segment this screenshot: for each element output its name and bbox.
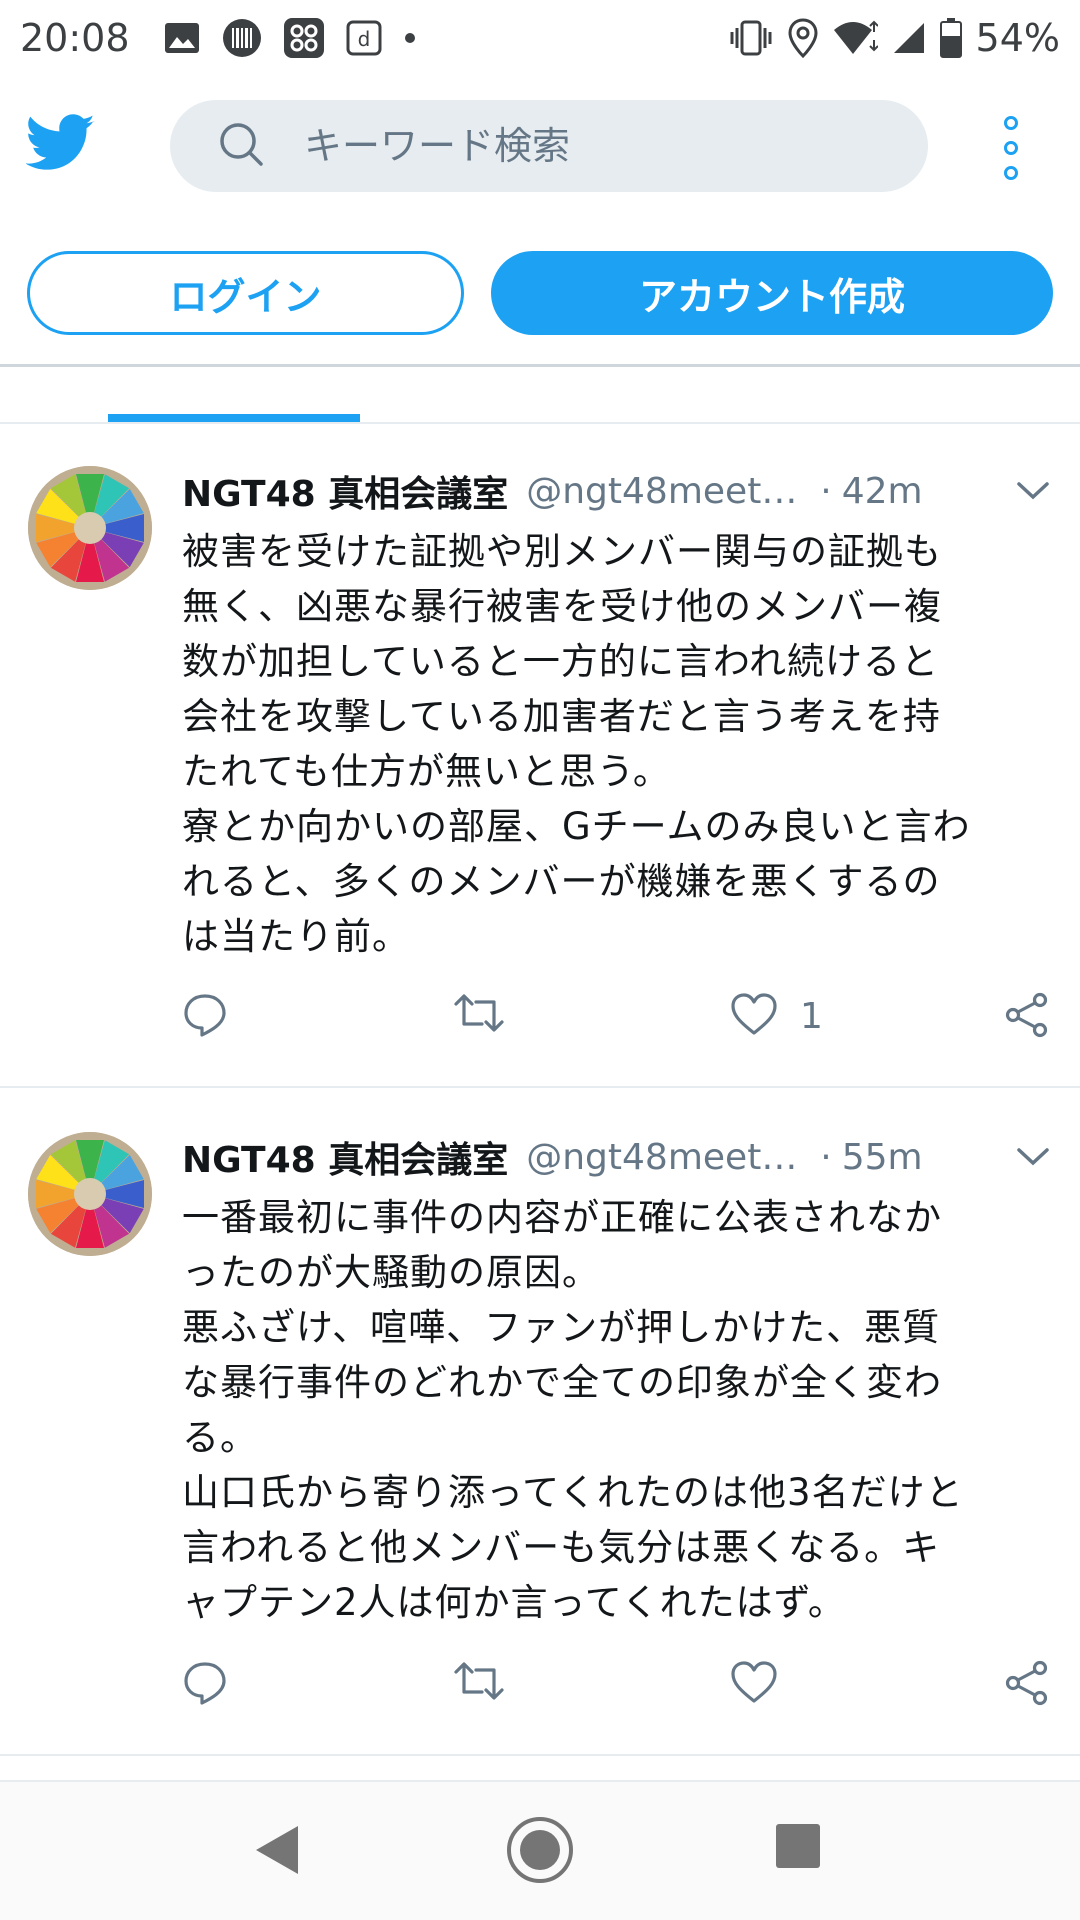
retweet-icon[interactable] [452,992,506,1034]
wifi-icon [832,20,878,56]
heart-icon [730,992,778,1040]
retweet-icon[interactable] [452,1660,506,1702]
recents-icon[interactable] [774,1822,822,1870]
share-icon[interactable] [1004,992,1050,1038]
divider [0,364,1080,367]
app-grid-icon [283,18,324,58]
like-button[interactable]: 1 [730,992,823,1040]
reply-icon[interactable] [182,992,228,1038]
battery-icon [939,18,962,58]
author-name[interactable]: NGT48 真相会議室 [182,1131,508,1183]
dot-icon [404,32,416,44]
battery-percentage: 54% [975,16,1060,60]
chevron-down-icon[interactable] [1016,480,1050,506]
author-name[interactable]: NGT48 真相会議室 [182,465,508,517]
back-icon[interactable] [252,1822,302,1878]
divider [0,1754,1080,1756]
home-icon[interactable] [506,1816,574,1884]
status-time: 20:08 [20,16,130,60]
tab-indicator [108,414,360,422]
reply-icon[interactable] [182,1660,228,1706]
login-button[interactable]: ログイン [27,251,464,335]
tweet-text: 一番最初に事件の内容が正確に公表されなか ったのが大騒動の原因。 悪ふざけ、喧嘩… [182,1196,964,1624]
navigation-bar [0,1780,1080,1920]
author-handle[interactable]: @ngt48meeti… [526,471,806,512]
share-icon[interactable] [1004,1660,1050,1706]
create-account-button[interactable]: アカウント作成 [491,251,1053,335]
tweet-actions: 1 [182,992,1048,1052]
avatar[interactable] [28,466,152,590]
image-icon [164,22,200,54]
svg-text:d: d [357,27,370,51]
tweet[interactable]: NGT48 真相会議室 @ngt48meeti… · 42m 被害を受けた証拠や… [0,424,1080,1088]
signal-icon [892,21,926,55]
divider [0,1086,1080,1088]
tweet-actions [182,1660,1048,1720]
tweet-text: 被害を受けた証拠や別メンバー関与の証拠も 無く、凶悪な暴行被害を受け他のメンバー… [182,530,971,958]
vibrate-icon [728,20,774,56]
header [0,76,1080,216]
tweet-header: NGT48 真相会議室 @ngt48meeti… · 42m [182,466,1022,516]
avatar[interactable] [28,1132,152,1256]
author-handle[interactable]: @ngt48meeti… [526,1137,806,1178]
twitter-bird-icon[interactable] [25,114,96,176]
search-icon [218,121,264,171]
search-box[interactable] [170,100,928,192]
tweet[interactable]: NGT48 真相会議室 @ngt48meeti… · 55m 一番最初に事件の内… [0,1090,1080,1756]
barcode-icon [222,18,262,58]
separator: · [820,1136,832,1178]
chevron-down-icon[interactable] [1016,1146,1050,1172]
location-icon [788,18,818,58]
music-note-icon: d [346,20,382,56]
heart-icon [730,1660,778,1708]
tweet-header: NGT48 真相会議室 @ngt48meeti… · 55m [182,1132,1022,1182]
separator: · [820,470,832,512]
like-button[interactable] [730,1660,800,1708]
status-bar: 20:08 d 54% [0,0,1080,76]
tweet-time[interactable]: 42m [842,471,923,512]
search-input[interactable] [304,124,864,168]
kebab-menu-icon[interactable] [996,116,1026,180]
tweet-time[interactable]: 55m [842,1137,923,1178]
like-count: 1 [800,995,823,1037]
